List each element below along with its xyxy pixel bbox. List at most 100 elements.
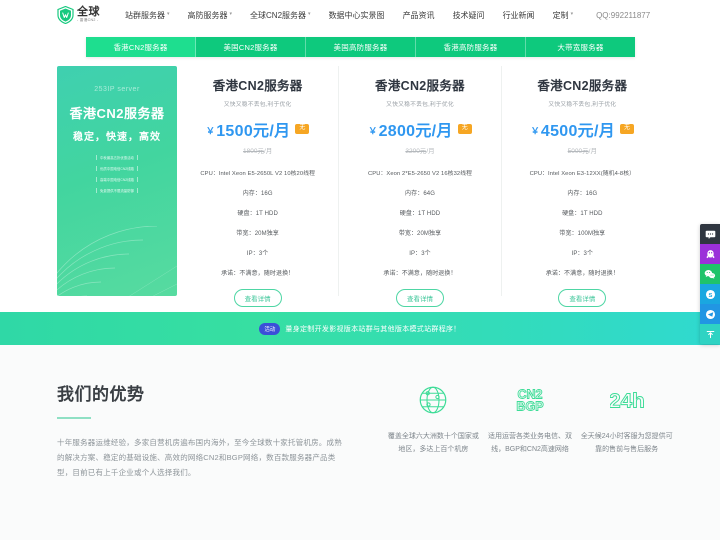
qq-contact[interactable]: QQ:992211877 <box>596 11 650 20</box>
nav-label: 定制 <box>552 10 569 20</box>
product-title: 香港CN2服务器 <box>375 79 465 93</box>
spec-cpu: CPU：Xeon 2*E5-2650 V2 16核32线程 <box>367 171 473 177</box>
qq-penguin-icon[interactable] <box>700 244 720 264</box>
spec-bandwidth: 带宽：20M独享 <box>398 231 442 237</box>
list-item: 高端中国电信CN2线路 <box>96 177 138 182</box>
nav-item-industry-news[interactable]: 行业新闻 <box>494 10 544 21</box>
message-icon[interactable] <box>700 224 720 244</box>
svg-text:24h: 24h <box>610 389 644 412</box>
divider-icon <box>136 177 138 182</box>
currency-symbol: ￥ <box>530 126 540 136</box>
nav-item-datacenter-photos[interactable]: 数据中心实景图 <box>320 10 394 21</box>
view-details-button[interactable]: 查看详情 <box>233 289 282 307</box>
tab-large-bandwidth[interactable]: 大带宽服务器 <box>526 37 635 57</box>
promo-text: 量身定制开发影视版本站群与其他版本模式站群程序！ <box>285 325 461 333</box>
price-row: ￥1500元/月 无 <box>177 117 338 141</box>
spec-cpu: CPU：Intel Xeon E3-12XX(随机4-8核） <box>529 171 636 177</box>
view-details-button[interactable]: 查看详情 <box>395 289 444 307</box>
logo-main-text: 全球 <box>77 5 100 18</box>
product-card[interactable]: 香港CN2服务器 又快又稳不丢包,利于优化 ￥2800元/月 无 3200元/月… <box>339 66 502 307</box>
nav-item-global-cn2[interactable]: 全球CN2服务器 ▾ <box>241 10 320 21</box>
cn2-bgp-icon: CN2 BGP <box>482 380 579 420</box>
page-root: 全球 - 香港CN2 - 站群服务器 ▾ 高防服务器 ▾ 全球CN2服务器 ▾ … <box>0 0 720 540</box>
nav-label: 全球CN2服务器 <box>250 10 307 20</box>
divider-icon <box>96 177 98 182</box>
product-section: 253IP server 香港CN2服务器 稳定，快速，高效 中秋最高五折优惠活… <box>57 66 663 307</box>
category-tabbar: 香港CN2服务器 美国CN2服务器 美国高防服务器 香港高防服务器 大带宽服务器 <box>86 37 635 57</box>
banner-feature-text: 免费提供不限流量防御 <box>100 189 134 193</box>
spec-list: CPU：Xeon 2*E5-2650 V2 16核32线程 内存：64G 硬盘：… <box>339 168 500 277</box>
spec-bandwidth: 带宽：20M独享 <box>236 231 279 237</box>
banner-top-label: 253IP server <box>94 86 140 93</box>
divider-icon <box>96 166 98 171</box>
nav-label: 站群服务器 <box>125 10 165 20</box>
advantages-section: 我们的优势 十年服务器运维经验，多家自营机房遍布国内海外，至今全球数十家托管机房… <box>0 345 720 540</box>
banner-feature-text: 中秋最高五折优惠活动 <box>100 156 134 160</box>
spec-cpu: CPU：Intel Xeon E5-2650L V2 10核20线程 <box>200 171 315 177</box>
title-underline <box>57 417 91 419</box>
price-value: 4500元/月 <box>540 123 616 140</box>
banner-heading: 香港CN2服务器 <box>69 106 165 121</box>
list-item: 免费提供不限流量防御 <box>96 188 138 193</box>
nav-label: 技术疑问 <box>452 10 485 20</box>
advantages-intro: 我们的优势 十年服务器运维经验，多家自营机房遍布国内海外，至今全球数十家托管机房… <box>57 380 347 480</box>
divider-icon <box>136 166 138 171</box>
nav-label: 数据中心实景图 <box>328 10 385 20</box>
decorative-arcs-icon <box>57 226 177 296</box>
nav-item-gaofang[interactable]: 高防服务器 ▾ <box>179 10 242 21</box>
nav-label: 高防服务器 <box>187 10 228 20</box>
advantages-description: 十年服务器运维经验，多家自营机房遍布国内海外，至今全球数十家托管机房。成熟的解决… <box>57 438 342 477</box>
product-card[interactable]: 香港CN2服务器 又快又稳不丢包,利于优化 ￥1500元/月 无 1800元/月… <box>177 66 340 307</box>
spec-bandwidth: 带宽：100M独享 <box>559 231 606 237</box>
nav-item-tech-faq[interactable]: 技术疑问 <box>444 10 494 21</box>
nav-item-product-news[interactable]: 产品资讯 <box>394 10 444 21</box>
tab-hongkong-gaofang[interactable]: 香港高防服务器 <box>416 37 526 57</box>
product-price: ￥1500元/月 <box>206 117 290 141</box>
telegram-icon[interactable] <box>700 304 720 324</box>
svg-text:BGP: BGP <box>516 399 543 413</box>
spec-memory: 内存：64G <box>405 191 435 197</box>
promo-banner[interactable]: 253IP server 香港CN2服务器 稳定，快速，高效 中秋最高五折优惠活… <box>57 66 177 296</box>
original-price: 1800元/月 <box>177 145 338 155</box>
tab-usa-gaofang[interactable]: 美国高防服务器 <box>306 37 416 57</box>
nav-item-zhanqun[interactable]: 站群服务器 ▾ <box>116 10 179 21</box>
floating-contact-sidebar: S <box>700 224 720 344</box>
spec-ip: IP：3个 <box>571 251 594 257</box>
globe-icon <box>385 380 482 420</box>
price-row: ￥2800元/月 无 <box>339 117 500 141</box>
main-navigation: 站群服务器 ▾ 高防服务器 ▾ 全球CN2服务器 ▾ 数据中心实景图 产品资讯 … <box>116 10 582 21</box>
original-price: 3200元/月 <box>339 145 500 155</box>
spec-memory: 内存：16G <box>567 191 598 197</box>
back-to-top-icon[interactable] <box>700 324 720 344</box>
spec-promise: 承诺：不满意，随时退换！ <box>221 271 295 277</box>
price-value: 2800元/月 <box>378 123 453 140</box>
product-subtitle: 又快又稳不丢包,利于优化 <box>548 102 617 108</box>
banner-feature-text: 高端中国电信CN2线路 <box>100 178 134 182</box>
tab-hongkong-cn2[interactable]: 香港CN2服务器 <box>86 37 196 57</box>
status-badge: 无 <box>457 124 472 134</box>
feature-24h-support: 24h 全天候24小时客服为您提供可靠的售前与售后服务 <box>578 380 675 457</box>
feature-cn2-bgp: CN2 BGP 适用运营各类业务电信、双线，BGP和CN2高速网络 <box>482 380 579 457</box>
product-price: ￥2800元/月 <box>368 117 452 141</box>
status-badge: 无 <box>620 124 635 134</box>
product-title: 香港CN2服务器 <box>537 79 628 93</box>
divider-icon <box>96 188 98 193</box>
price-row: ￥4500元/月 无 <box>502 117 663 141</box>
product-subtitle: 又快又稳不丢包,利于优化 <box>386 102 454 108</box>
skype-icon[interactable]: S <box>700 284 720 304</box>
wechat-icon[interactable] <box>700 264 720 284</box>
logo-sub-text: - 香港CN2 - <box>77 18 99 23</box>
site-header: 全球 - 香港CN2 - 站群服务器 ▾ 高防服务器 ▾ 全球CN2服务器 ▾ … <box>0 0 720 30</box>
site-logo[interactable]: 全球 - 香港CN2 - <box>57 5 100 25</box>
nav-label: 产品资讯 <box>402 10 435 20</box>
original-price-value: 5000元 <box>567 148 589 155</box>
product-card[interactable]: 香港CN2服务器 又快又稳不丢包,利于优化 ￥4500元/月 无 5000元/月… <box>502 66 663 307</box>
tab-usa-cn2[interactable]: 美国CN2服务器 <box>196 37 306 57</box>
view-details-button[interactable]: 查看详情 <box>558 289 607 307</box>
nav-item-custom[interactable]: 定制 ▾ <box>544 10 583 21</box>
advantages-features: 覆盖全球六大洲数十个国家或地区，多达上百个机房 CN2 BGP 适用运营各类业务… <box>385 380 675 457</box>
status-badge: 无 <box>295 124 310 134</box>
spec-ip: IP：3个 <box>246 251 269 257</box>
banner-feature-text: 优质中国电信CN2线路 <box>100 167 134 171</box>
promo-strip[interactable]: 活动 量身定制开发影视版本站群与其他版本模式站群程序！ <box>0 312 720 345</box>
